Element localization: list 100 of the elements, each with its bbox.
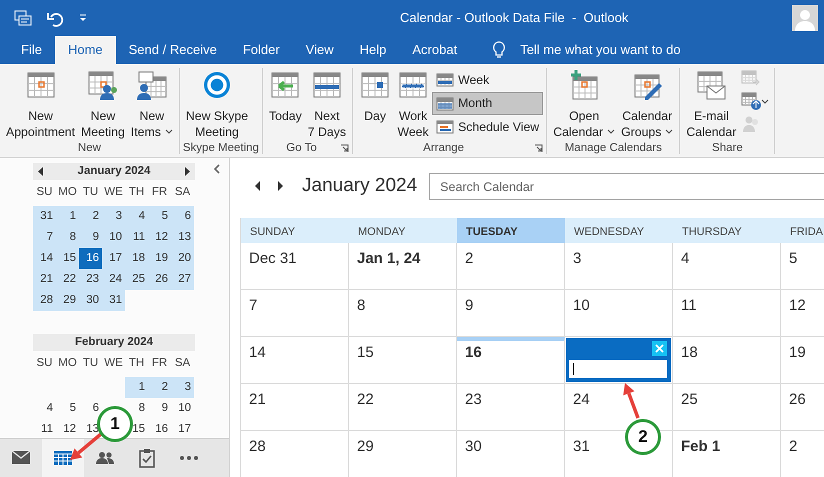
calendar-day[interactable]: 3 — [171, 377, 194, 398]
ribbon-tab[interactable]: Folder — [230, 36, 293, 64]
icon-button[interactable] — [739, 91, 772, 112]
next-icon[interactable] — [184, 167, 191, 176]
calendar-day[interactable]: 18 — [125, 248, 148, 269]
ribbon-button[interactable]: Open Calendar — [550, 68, 618, 141]
search-field[interactable]: Search Calendar — [429, 173, 824, 200]
previous-icon[interactable] — [254, 181, 261, 191]
collapse-icon[interactable] — [213, 164, 221, 174]
ribbon-tab[interactable]: Help — [346, 36, 400, 64]
ribbon-tab[interactable]: Home — [54, 36, 116, 64]
day-cell[interactable]: 5 — [781, 243, 824, 290]
calendar-day[interactable]: 17 — [102, 248, 125, 269]
day-cell[interactable]: Jan 1, 24 — [349, 243, 457, 290]
day-cell[interactable]: 22 — [349, 384, 457, 431]
day-cell[interactable]: 26 — [781, 384, 824, 431]
calendar-day[interactable]: 15 — [56, 248, 79, 269]
day-cell[interactable]: 9 — [457, 290, 565, 337]
calendar-day[interactable]: 30 — [79, 290, 102, 311]
ribbon-button[interactable]: Today — [266, 68, 305, 125]
calendar-day[interactable]: 16 — [79, 248, 102, 269]
launcher-icon[interactable] — [534, 144, 544, 153]
day-cell[interactable]: 18 — [673, 337, 781, 384]
calendar-day[interactable]: 22 — [56, 269, 79, 290]
ribbon-tab[interactable]: File — [8, 36, 55, 64]
calendar-day[interactable]: 4 — [46, 400, 53, 418]
calendar-day[interactable]: 20 — [171, 248, 194, 269]
ribbon-button[interactable]: New Items — [128, 68, 176, 141]
calendar-day[interactable]: 13 — [171, 227, 194, 248]
calendar-day[interactable]: 10 — [178, 400, 191, 418]
day-cell[interactable]: 8 — [349, 290, 457, 337]
calendar-day[interactable]: 8 — [56, 227, 79, 248]
ribbon-button[interactable]: Next 7 Days — [304, 68, 350, 141]
calendar-day[interactable]: 15 — [132, 420, 145, 438]
ribbon-tab[interactable]: Send / Receive — [116, 36, 230, 64]
calendar-day[interactable]: 12 — [63, 420, 76, 438]
calendar-day[interactable]: 31 — [33, 206, 56, 227]
calendar-day[interactable]: 11 — [125, 227, 148, 248]
launcher-icon[interactable] — [340, 144, 350, 153]
calendar-day[interactable]: 10 — [102, 227, 125, 248]
tell-me-search[interactable]: Tell me what you want to do — [520, 40, 681, 60]
calendar-day[interactable]: 6 — [92, 400, 99, 418]
calendar-day[interactable]: 14 — [33, 248, 56, 269]
nav-button[interactable] — [42, 439, 84, 477]
day-cell[interactable]: 15 — [349, 337, 457, 384]
day-cell[interactable]: 30 — [457, 431, 565, 477]
calendar-day[interactable]: 29 — [56, 290, 79, 311]
day-cell[interactable]: Dec 31 — [241, 243, 349, 290]
day-cell[interactable]: 2 — [457, 243, 565, 290]
customize-icon[interactable] — [78, 13, 88, 23]
day-cell[interactable]: 3 — [565, 243, 673, 290]
day-cell[interactable]: 28 — [241, 431, 349, 477]
calendar-day[interactable]: 31 — [102, 290, 125, 311]
calendar-day[interactable]: 17 — [178, 420, 191, 438]
day-cell[interactable]: 14 — [241, 337, 349, 384]
ribbon-button[interactable]: Calendar Groups — [618, 68, 676, 141]
ribbon-tab[interactable]: Acrobat — [399, 36, 470, 64]
day-cell[interactable]: 23 — [457, 384, 565, 431]
calendar-day[interactable]: 5 — [148, 206, 171, 227]
calendar-day[interactable]: 19 — [148, 248, 171, 269]
previous-icon[interactable] — [37, 167, 44, 176]
calendar-day[interactable]: 1 — [125, 377, 148, 398]
input-field[interactable] — [569, 360, 667, 378]
calendar-day[interactable]: 6 — [171, 206, 194, 227]
day-cell[interactable]: 2 — [781, 431, 824, 477]
ribbon-button[interactable]: New Skype Meeting — [182, 68, 252, 141]
calendar-day[interactable]: 21 — [33, 269, 56, 290]
calendar-day[interactable]: 25 — [125, 269, 148, 290]
calendar-day[interactable]: 12 — [148, 227, 171, 248]
calendar-day[interactable]: 3 — [102, 206, 125, 227]
day-cell[interactable]: 21 — [241, 384, 349, 431]
ribbon-tab[interactable]: View — [292, 36, 347, 64]
calendar-day[interactable]: 7 — [33, 227, 56, 248]
ribbon-button[interactable]: E-mail Calendar — [683, 68, 740, 141]
day-cell[interactable]: 10 — [565, 290, 673, 337]
ribbon-button[interactable]: Work Week — [394, 68, 432, 141]
ribbon-button[interactable]: Day — [356, 68, 394, 125]
calendar-day[interactable]: 2 — [148, 377, 171, 398]
view-button[interactable]: Month — [432, 92, 544, 115]
calendar-day[interactable]: 9 — [79, 227, 102, 248]
calendar-day[interactable]: 9 — [162, 400, 168, 418]
day-cell[interactable]: Feb 1 — [673, 431, 781, 477]
calendar-day[interactable]: 5 — [70, 400, 76, 418]
day-cell[interactable]: 4 — [673, 243, 781, 290]
view-button[interactable]: Schedule View — [432, 116, 544, 138]
next-icon[interactable] — [277, 181, 284, 191]
ribbon-button[interactable]: New Appointment — [3, 68, 78, 141]
calendar-day[interactable]: 28 — [33, 290, 56, 311]
calendar-day[interactable]: 4 — [125, 206, 148, 227]
day-cell[interactable]: 25 — [673, 384, 781, 431]
day-cell[interactable]: 29 — [349, 431, 457, 477]
day-cell[interactable]: 19 — [781, 337, 824, 384]
ribbon-button[interactable]: New Meeting — [78, 68, 128, 141]
calendar-day[interactable]: 23 — [79, 269, 102, 290]
day-cell[interactable]: 12 — [781, 290, 824, 337]
day-cell[interactable]: 11 — [673, 290, 781, 337]
calendar-day[interactable]: 2 — [79, 206, 102, 227]
calendar-day[interactable]: 24 — [102, 269, 125, 290]
calendar-day[interactable]: 1 — [56, 206, 79, 227]
calendar-day[interactable]: 26 — [148, 269, 171, 290]
